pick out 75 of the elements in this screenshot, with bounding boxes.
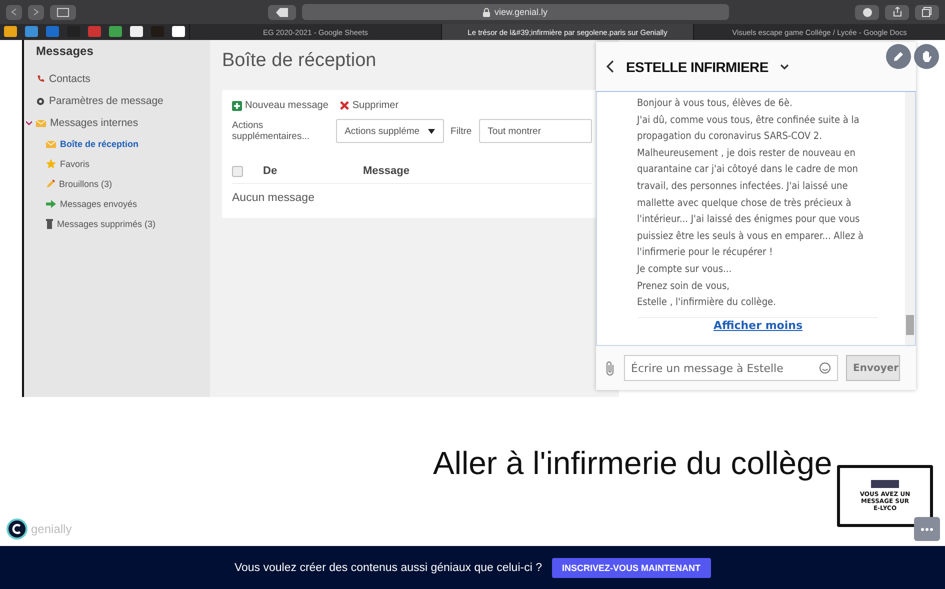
gear-icon	[36, 96, 45, 106]
folder-item[interactable]: Messages supprimés (3)	[36, 214, 210, 234]
signup-button[interactable]: INSCRIVEZ-VOUS MAINTENANT	[552, 558, 710, 578]
folder-item[interactable]: Favoris	[36, 154, 210, 174]
contact-name: ESTELLE INFIRMIERE	[626, 58, 768, 74]
share-button[interactable]	[885, 4, 909, 20]
toolbar-link[interactable]: Nouveau message	[232, 100, 328, 111]
more-button[interactable]	[914, 517, 940, 541]
chevron-right-icon	[33, 8, 39, 16]
back-icon[interactable]	[606, 60, 614, 73]
filter-label: Filtre	[450, 126, 472, 136]
logo-icon	[6, 518, 28, 540]
column-header: De	[263, 165, 278, 177]
x-icon	[340, 101, 350, 110]
trash-icon	[46, 219, 53, 229]
select-all-checkbox[interactable]	[232, 166, 243, 176]
emoji-icon[interactable]	[819, 362, 831, 374]
bookmark-icon[interactable]	[130, 26, 143, 37]
filter-dropdown[interactable]: Tout montrer	[478, 119, 592, 143]
share-icon	[892, 7, 902, 17]
slide-heading: Aller à l'infirmerie du collège	[433, 445, 834, 482]
phone-icon	[36, 74, 45, 84]
folder-item[interactable]: Boîte de réception	[36, 134, 210, 154]
message-text: Estelle , l'infirmière du collège.	[637, 296, 777, 310]
tabs-icon	[922, 7, 932, 17]
actions-label: Actions supplémentaires...	[232, 120, 311, 142]
toolbar-link[interactable]: Supprimer	[340, 100, 399, 111]
thumbnail-bar	[871, 480, 899, 488]
page-title: Boîte de réception	[222, 50, 376, 72]
message-text: Prenez soin de vous,	[637, 280, 731, 294]
plus-icon	[232, 100, 242, 110]
sidebar-item[interactable]: Contacts	[36, 68, 210, 90]
send-button[interactable]: Envoyer	[846, 355, 900, 381]
paperclip-icon[interactable]	[604, 360, 616, 376]
hand-icon	[920, 50, 932, 63]
sidebar-title: Messages	[36, 44, 94, 58]
star-icon	[46, 159, 56, 169]
address-text: view.genial.ly	[494, 7, 548, 17]
sidebar-icon	[57, 8, 69, 16]
lock-icon	[483, 8, 490, 16]
chevron-left-icon	[11, 8, 17, 16]
banner-text: Vous voulez créer des contenus aussi géniaux que celui-ci ?	[234, 562, 542, 574]
message-text: Bonjour à vous tous, élèves de 6è.	[637, 97, 794, 111]
logo-text: genially	[31, 522, 72, 536]
download-icon	[862, 8, 872, 16]
message-text: Je compte sur vous...	[637, 262, 733, 277]
pencil-icon	[46, 179, 55, 189]
actions-dropdown[interactable]: Actions suppléme	[336, 119, 444, 143]
dots-icon	[921, 528, 933, 530]
show-less-link[interactable]: Afficher moins	[638, 316, 878, 332]
forward-button[interactable]	[28, 4, 44, 20]
arrow-icon	[46, 200, 56, 208]
tag-button[interactable]	[268, 4, 296, 20]
tabs-button[interactable]	[915, 4, 939, 20]
sidebar-item[interactable]: Paramètres de message	[36, 90, 210, 112]
tag-icon	[276, 8, 288, 16]
back-button[interactable]	[6, 4, 22, 20]
sidebar-item[interactable]: Messages internes	[36, 112, 210, 134]
hand-button[interactable]	[914, 44, 939, 69]
message-text: J'ai dû, comme vous tous, être confinée suite à la propagation du coronavirus SARS-COV 2. Malheureusement , je dois rester de nouveau en quarantaine car j'ai côtoyé dans le cadre de mon travail, des personnes infectées. J'ai laissé une mallette avec quelque chose de très précieux à l'intérieur... J'ai laissé des énigmes pour que vous puissiez être les seuls à vous en emparer... Allez à l'infirmerie pour le récupérer !	[637, 114, 864, 260]
address-bar[interactable]: view.genial.ly	[302, 4, 729, 20]
column-header: Message	[363, 165, 410, 177]
envelope-icon	[36, 120, 46, 126]
sidebar-button[interactable]	[50, 4, 76, 20]
download-button[interactable]	[855, 4, 879, 20]
pencil-icon	[893, 51, 904, 62]
folder-item[interactable]: Brouillons (3)	[36, 174, 210, 194]
dropdown-caret-icon	[428, 128, 435, 134]
folder-item[interactable]: Messages envoyés	[36, 194, 210, 214]
envelope-icon	[46, 140, 56, 148]
message-input[interactable]: Écrire un message à Estelle	[624, 355, 838, 381]
bookmark-icon[interactable]	[4, 26, 17, 37]
chevron-icon[interactable]	[780, 64, 790, 70]
empty-message: Aucun message	[232, 191, 316, 206]
bookmark-icon[interactable]	[172, 26, 185, 37]
